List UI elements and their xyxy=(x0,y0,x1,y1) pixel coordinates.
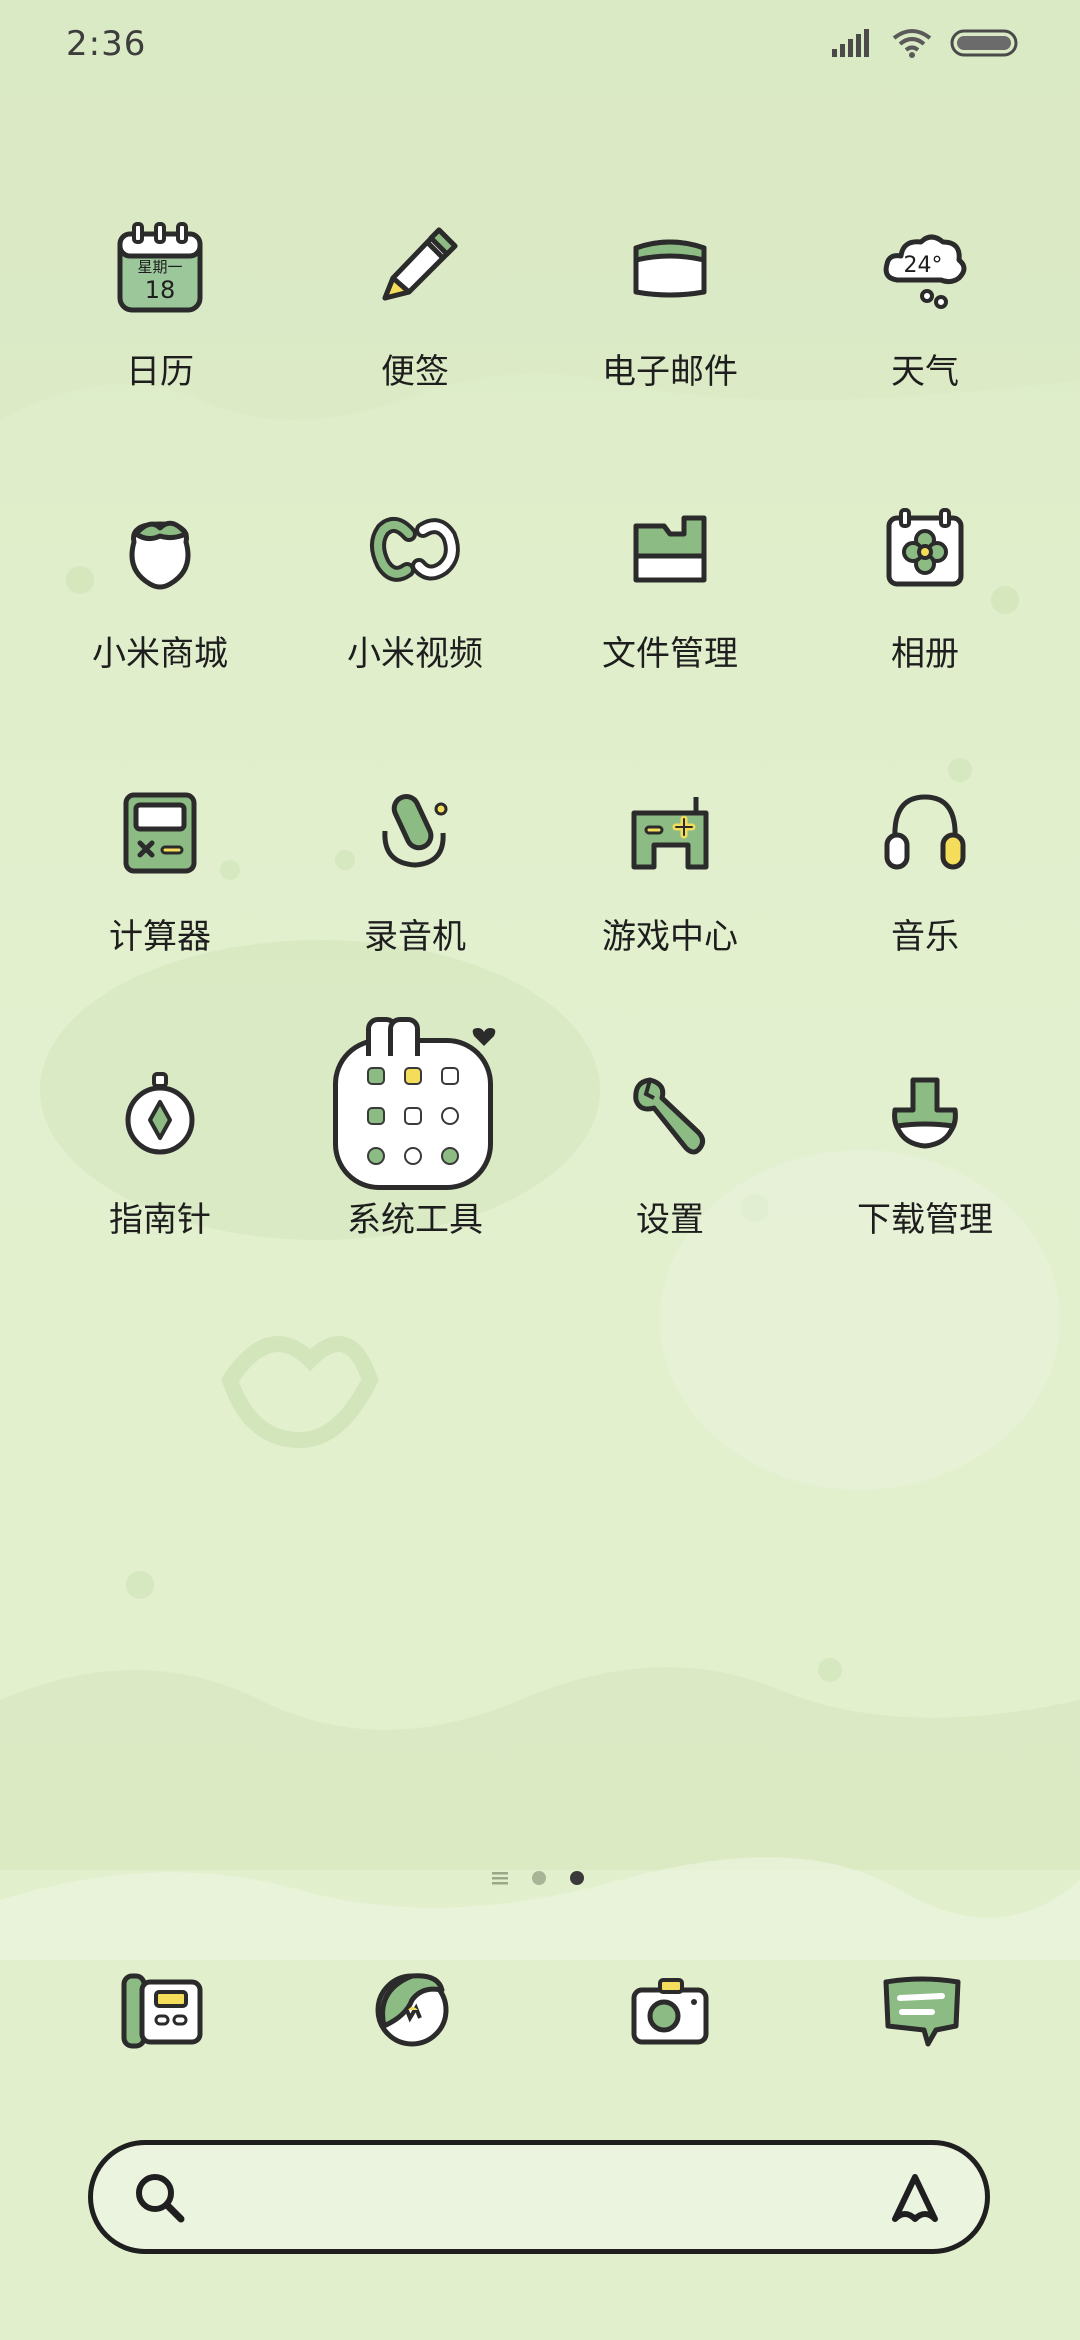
app-label: 游戏中心 xyxy=(602,917,738,957)
search-icon[interactable] xyxy=(133,2171,187,2225)
app-label: 日历 xyxy=(126,352,194,392)
app-recorder[interactable]: 录音机 xyxy=(288,783,542,983)
app-label: 文件管理 xyxy=(602,634,738,674)
search-bar[interactable] xyxy=(88,2140,990,2254)
app-settings[interactable]: 设置 xyxy=(543,1066,797,1266)
app-email[interactable]: 电子邮件 xyxy=(543,218,797,418)
settings-icon xyxy=(633,1077,706,1155)
app-gallery[interactable]: 相册 xyxy=(798,500,1052,700)
app-file-manager[interactable]: 文件管理 xyxy=(543,500,797,700)
app-system-tools[interactable]: 系统工具 xyxy=(288,1017,542,1266)
calendar-icon: 星期一 18 xyxy=(117,222,203,313)
app-label: 指南针 xyxy=(109,1200,211,1240)
calendar-date-text: 18 xyxy=(145,276,176,304)
app-label: 系统工具 xyxy=(347,1200,483,1240)
phone-icon[interactable] xyxy=(112,1960,212,2060)
app-label: 音乐 xyxy=(891,917,959,957)
status-bar: 2:36 xyxy=(0,0,1080,96)
gallery-icon xyxy=(886,508,964,587)
notes-icon xyxy=(382,227,458,301)
store-icon xyxy=(129,520,191,590)
app-download[interactable]: 下载管理 xyxy=(798,1066,1052,1266)
game-center-icon xyxy=(631,797,709,870)
app-calendar[interactable]: 星期一 18 日历 xyxy=(33,218,287,418)
app-label: 下载管理 xyxy=(857,1200,993,1240)
compass-icon xyxy=(125,1072,195,1155)
heart-icon xyxy=(472,1028,496,1046)
app-label: 小米商城 xyxy=(92,634,228,674)
download-icon xyxy=(892,1077,958,1149)
app-video[interactable]: 小米视频 xyxy=(288,500,542,700)
music-icon xyxy=(884,794,966,870)
messages-icon[interactable] xyxy=(872,1960,972,2060)
app-store[interactable]: 小米商城 xyxy=(33,500,287,700)
status-time: 2:36 xyxy=(66,24,147,64)
signal-icon xyxy=(832,29,869,57)
file-manager-icon xyxy=(633,515,707,583)
app-label: 便签 xyxy=(381,352,449,392)
app-label: 计算器 xyxy=(109,917,211,957)
battery-icon xyxy=(950,29,1018,57)
app-label: 天气 xyxy=(891,352,959,392)
recorder-icon xyxy=(382,793,448,868)
camera-icon[interactable] xyxy=(620,1960,720,2060)
email-icon xyxy=(633,239,707,298)
app-music[interactable]: 音乐 xyxy=(798,783,1052,983)
app-notes[interactable]: 便签 xyxy=(288,218,542,418)
folder-icon xyxy=(333,1017,493,1190)
app-label: 录音机 xyxy=(364,917,466,957)
browser-icon[interactable] xyxy=(362,1960,462,2060)
weather-temp-text: 24° xyxy=(904,253,943,278)
app-compass[interactable]: 指南针 xyxy=(33,1066,287,1266)
app-weather[interactable]: 24° 天气 xyxy=(798,218,1052,418)
video-icon xyxy=(370,516,460,582)
page-list-icon xyxy=(492,1872,508,1885)
app-game-center[interactable]: 游戏中心 xyxy=(543,783,797,983)
app-label: 小米视频 xyxy=(347,634,483,674)
page-dot-active xyxy=(570,1871,584,1885)
app-calculator[interactable]: 计算器 xyxy=(33,783,287,983)
app-label: 相册 xyxy=(891,634,959,674)
page-indicator[interactable] xyxy=(492,1870,584,1886)
app-label: 设置 xyxy=(636,1200,704,1240)
page-dot xyxy=(532,1871,546,1885)
calendar-day-text: 星期一 xyxy=(137,258,182,276)
app-label: 电子邮件 xyxy=(602,352,738,392)
wifi-icon xyxy=(892,29,932,58)
calculator-icon xyxy=(123,792,197,874)
assistant-icon[interactable] xyxy=(885,2169,945,2227)
weather-icon: 24° xyxy=(883,234,967,309)
